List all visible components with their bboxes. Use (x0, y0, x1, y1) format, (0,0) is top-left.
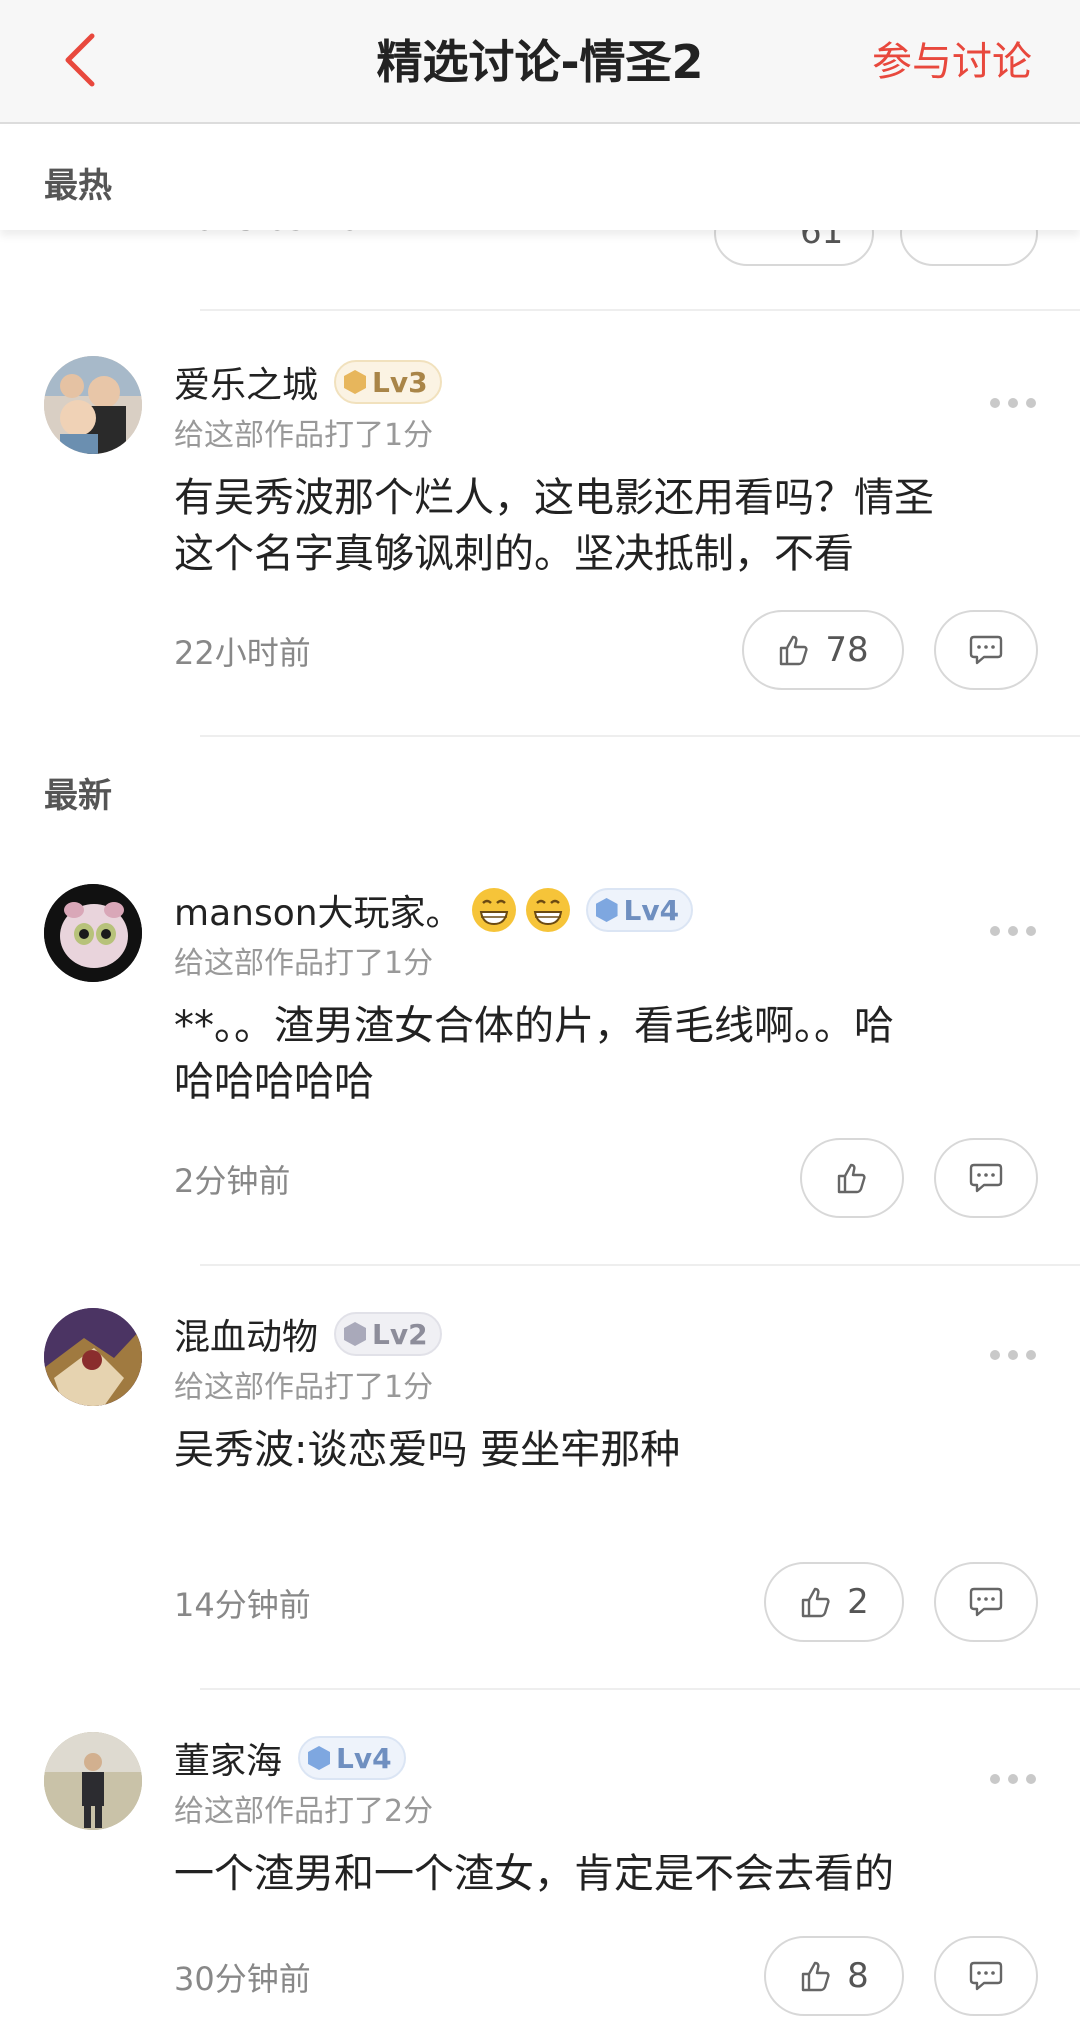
level-hex-icon (344, 1322, 367, 1346)
avatar[interactable] (44, 1732, 142, 1830)
speech-bubble-icon (969, 1163, 1003, 1193)
like-button[interactable]: 78 (742, 610, 904, 690)
speech-bubble-icon (969, 1961, 1003, 1991)
thumbs-up-icon (801, 1587, 830, 1618)
comment-time: 14分钟前 (174, 1586, 311, 1624)
content-line: 有吴秀波那个烂人，这电影还用看吗？情圣 (174, 475, 934, 521)
comment-content: 吴秀波:谈恋爱吗 要坐牢那种 (174, 1422, 1034, 1478)
speech-bubble-icon (969, 1587, 1003, 1617)
avatar-photo (44, 1308, 142, 1406)
divider (200, 1264, 1080, 1266)
nav-bar: 精选讨论-情圣2 参与讨论 (0, 0, 1080, 124)
avatar-photo (44, 1732, 142, 1830)
username[interactable]: 混血动物 (174, 1308, 318, 1360)
comment-time: 22小时前 (174, 634, 311, 672)
more-icon[interactable] (990, 398, 1036, 408)
avatar-photo (44, 884, 142, 982)
grin-emoji-icon (525, 888, 570, 932)
more-icon[interactable] (990, 1350, 1036, 1360)
rating-text: 给这部作品打了1分 (174, 946, 434, 981)
grin-emoji-icon (471, 888, 516, 932)
reply-button[interactable] (934, 1562, 1038, 1642)
rating-text: 给这部作品打了1分 (174, 1370, 434, 1405)
username[interactable]: 董家海 (174, 1732, 282, 1784)
level-badge: Lv3 (334, 360, 442, 404)
rating-text: 给这部作品打了1分 (174, 418, 434, 453)
more-icon[interactable] (990, 1774, 1036, 1784)
level-badge: Lv4 (298, 1736, 406, 1780)
level-hex-icon (308, 1746, 331, 1770)
section-title-newest: 最新 (44, 776, 112, 816)
comment-content: **。。渣男渣女合体的片，看毛线啊。。哈 哈哈哈哈哈 (174, 998, 1034, 1110)
level-label: Lv2 (372, 1317, 428, 1351)
like-count: 78 (825, 630, 869, 670)
rating-text: 给这部作品打了2分 (174, 1794, 434, 1829)
section-header-hot: 最热 (0, 126, 1080, 230)
level-hex-icon (595, 898, 618, 922)
level-label: Lv4 (336, 1741, 392, 1775)
comment-content: 有吴秀波那个烂人，这电影还用看吗？情圣 这个名字真够讽刺的。坚决抵制，不看 (174, 470, 1034, 582)
username[interactable]: manson大玩家。 (174, 884, 462, 936)
reply-button[interactable] (934, 1138, 1038, 1218)
content-line: 吴秀波:谈恋爱吗 要坐牢那种 (174, 1427, 681, 1473)
thumbs-up-icon (801, 1961, 830, 1992)
level-badge: Lv4 (585, 888, 694, 932)
level-label: Lv4 (623, 893, 680, 927)
divider (200, 735, 1080, 737)
like-button[interactable]: 8 (764, 1936, 904, 2016)
level-hex-icon (344, 370, 367, 394)
divider (200, 1688, 1080, 1690)
level-label: Lv3 (372, 365, 428, 399)
back-button[interactable] (50, 30, 110, 90)
level-badge: Lv2 (334, 1312, 442, 1356)
avatar[interactable] (44, 1308, 142, 1406)
divider (200, 309, 1080, 311)
content-line: 一个渣男和一个渣女，肯定是不会去看的 (174, 1851, 894, 1897)
comment-time: 2分钟前 (174, 1162, 291, 1200)
like-button[interactable]: 2 (764, 1562, 904, 1642)
comment-content: 一个渣男和一个渣女，肯定是不会去看的 (174, 1846, 1034, 1902)
username[interactable]: 爱乐之城 (174, 356, 318, 408)
reply-button[interactable] (934, 610, 1038, 690)
join-discussion-button[interactable]: 参与讨论 (872, 0, 1032, 124)
thumbs-up-icon (837, 1163, 866, 1194)
reply-button[interactable] (934, 1936, 1038, 2016)
like-count: 8 (847, 1956, 869, 1996)
speech-bubble-icon (969, 635, 1003, 665)
avatar[interactable] (44, 356, 142, 454)
like-button[interactable] (800, 1138, 904, 1218)
avatar[interactable] (44, 884, 142, 982)
more-icon[interactable] (990, 926, 1036, 936)
avatar-photo (44, 356, 142, 454)
like-count: 2 (847, 1582, 869, 1622)
chevron-left-icon (65, 33, 95, 87)
section-title-hot: 最热 (44, 166, 112, 206)
content-line: 这个名字真够讽刺的。坚决抵制，不看 (174, 531, 854, 577)
content-line: **。。渣男渣女合体的片，看毛线啊。。哈 (174, 1003, 894, 1049)
thumbs-up-icon (780, 635, 808, 666)
comment-time: 30分钟前 (174, 1960, 311, 1998)
content-line: 哈哈哈哈哈 (174, 1059, 374, 1105)
